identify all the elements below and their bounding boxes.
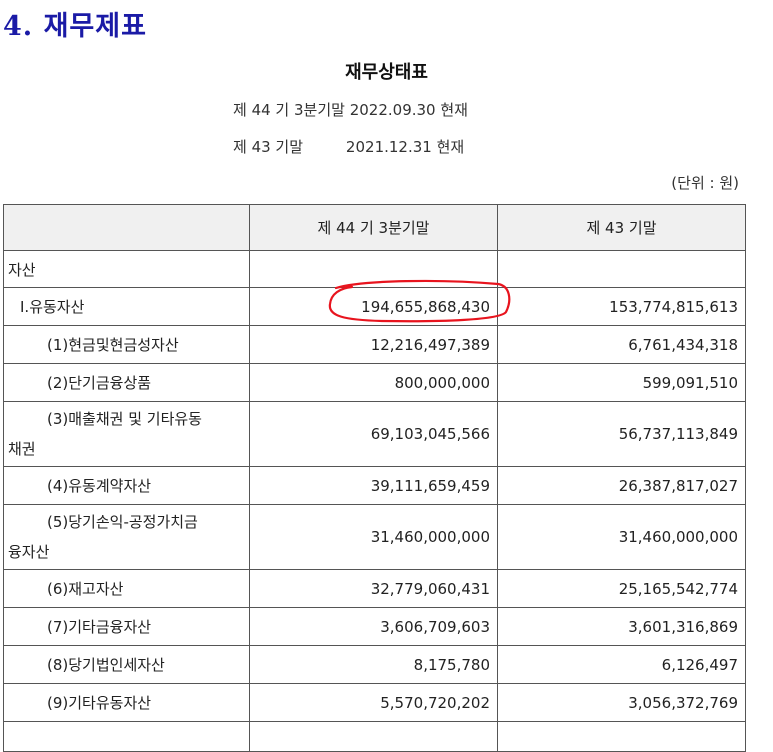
table-row: (3)매출채권 및 기타유동채권 69,103,045,566 56,737,1…: [3, 401, 746, 467]
row-label: (1)현금및현금성자산: [3, 325, 250, 364]
table-row: (1)현금및현금성자산 12,216,497,389 6,761,434,318: [3, 325, 746, 364]
row-current-value: 12,216,497,389: [249, 325, 498, 364]
table-row: (4)유동계약자산 39,111,659,459 26,387,817,027: [3, 466, 746, 505]
row-current-value: 800,000,000: [249, 363, 498, 402]
row-label: [3, 721, 250, 752]
header-cell-prior: 제 43 기말: [497, 204, 746, 251]
table-row: 자산: [3, 250, 746, 288]
row-current-value: 31,460,000,000: [249, 504, 498, 570]
row-current-value: 3,606,709,603: [249, 607, 498, 646]
row-prior-value: 3,056,372,769: [497, 683, 746, 722]
row-label-line2: 채권: [8, 440, 36, 458]
row-label: Ⅰ.유동자산: [3, 287, 250, 326]
row-label: (6)재고자산: [3, 569, 250, 608]
row-current-value: 69,103,045,566: [249, 401, 498, 467]
section-title: 4. 재무제표: [3, 11, 147, 42]
row-label-line1: (3)매출채권 및 기타유동: [47, 410, 202, 428]
row-current-value: 8,175,780: [249, 645, 498, 684]
row-prior-value: 6,761,434,318: [497, 325, 746, 364]
row-label-line2: 융자산: [8, 543, 50, 561]
row-label: (4)유동계약자산: [3, 466, 250, 505]
row-current-value: 5,570,720,202: [249, 683, 498, 722]
row-label: (5)당기손익-공정가치금융자산: [3, 504, 250, 570]
header-cell-label: [3, 204, 250, 251]
row-prior-value: 25,165,542,774: [497, 569, 746, 608]
row-current-value-highlighted: 194,655,868,430: [249, 287, 498, 326]
document-title: 재무상태표: [345, 62, 428, 83]
row-label: (2)단기금융상품: [3, 363, 250, 402]
header-cell-current: 제 44 기 3분기말: [249, 204, 498, 251]
row-label: (9)기타유동자산: [3, 683, 250, 722]
row-current-value: [249, 721, 498, 752]
row-label: 자산: [3, 250, 250, 288]
row-prior-value: 6,126,497: [497, 645, 746, 684]
row-prior-value: [497, 721, 746, 752]
row-prior-value: 599,091,510: [497, 363, 746, 402]
row-prior-value: 3,601,316,869: [497, 607, 746, 646]
table-row: (7)기타금융자산 3,606,709,603 3,601,316,869: [3, 607, 746, 646]
balance-sheet-table: 제 44 기 3분기말 제 43 기말 자산 Ⅰ.유동자산 194,655,86…: [3, 204, 746, 752]
row-current-value: 39,111,659,459: [249, 466, 498, 505]
unit-label: (단위 : 원): [671, 174, 739, 192]
table-row: (5)당기손익-공정가치금융자산 31,460,000,000 31,460,0…: [3, 504, 746, 570]
row-current-value: 32,779,060,431: [249, 569, 498, 608]
table-row: (8)당기법인세자산 8,175,780 6,126,497: [3, 645, 746, 684]
table-row: (6)재고자산 32,779,060,431 25,165,542,774: [3, 569, 746, 608]
row-label: (8)당기법인세자산: [3, 645, 250, 684]
table-row: Ⅰ.유동자산 194,655,868,430 153,774,815,613: [3, 287, 746, 326]
period-current: 제 44 기 3분기말 2022.09.30 현재: [233, 101, 468, 119]
table-row: (9)기타유동자산 5,570,720,202 3,056,372,769: [3, 683, 746, 722]
row-label: (3)매출채권 및 기타유동채권: [3, 401, 250, 467]
table-row-partial: [3, 721, 746, 752]
period-prior: 제 43 기말 2021.12.31 현재: [233, 138, 465, 156]
row-prior-value: 153,774,815,613: [497, 287, 746, 326]
row-prior-value: 31,460,000,000: [497, 504, 746, 570]
table-row: (2)단기금융상품 800,000,000 599,091,510: [3, 363, 746, 402]
row-prior-value: 26,387,817,027: [497, 466, 746, 505]
row-current-value: [249, 250, 498, 288]
row-prior-value: [497, 250, 746, 288]
row-prior-value: 56,737,113,849: [497, 401, 746, 467]
table-header-row: 제 44 기 3분기말 제 43 기말: [3, 204, 746, 251]
row-label: (7)기타금융자산: [3, 607, 250, 646]
row-label-line1: (5)당기손익-공정가치금: [47, 513, 198, 531]
